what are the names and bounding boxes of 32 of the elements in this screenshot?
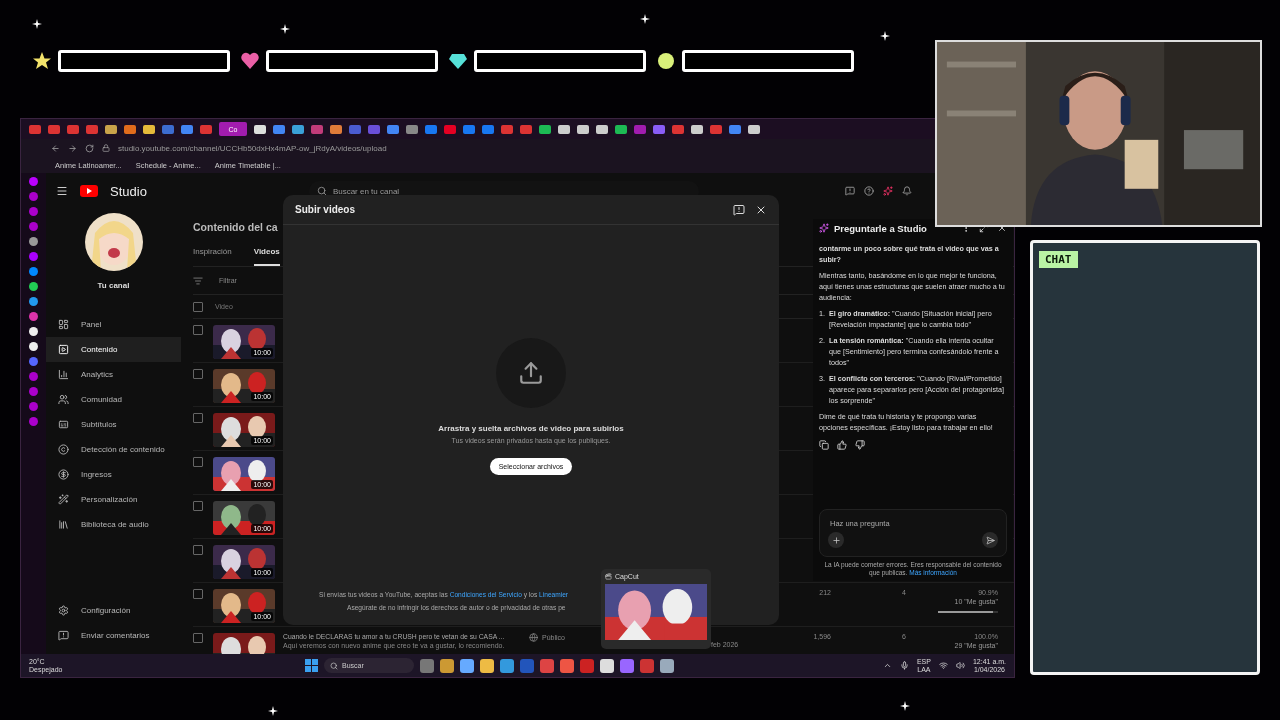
- address-bar[interactable]: studio.youtube.com/channel/UCCHb50dxHx4mAP-ow_jRdyA/videos/upload: [118, 143, 387, 153]
- channel-name: Tu canal: [97, 281, 130, 290]
- dialog-title: Subir videos: [295, 204, 355, 215]
- nav-label: Enviar comentarios: [81, 631, 150, 640]
- nav-item[interactable]: Subtítulos: [46, 412, 181, 437]
- nav-label: Subtítulos: [81, 420, 117, 429]
- nav-item[interactable]: Biblioteca de audio: [46, 512, 181, 537]
- drop-heading: Arrastra y suelta archivos de video para subirlos: [438, 424, 624, 433]
- assistant-title: Preguntarle a Studio: [834, 222, 927, 234]
- nav-label: Personalización: [81, 495, 138, 504]
- content-tab[interactable]: Inspiración: [193, 239, 232, 266]
- nav-label: Ingresos: [81, 470, 112, 479]
- studio-logo: Studio: [110, 183, 147, 199]
- nav-label: Detección de contenido: [81, 445, 165, 454]
- nav-item[interactable]: Personalización: [46, 487, 181, 512]
- nav-label: Comunidad: [81, 395, 122, 404]
- content-tab[interactable]: Videos: [253, 239, 280, 266]
- nav-label: Configuración: [81, 606, 131, 615]
- nav-item[interactable]: Configuración: [46, 598, 181, 623]
- nav-item[interactable]: Detección de contenido: [46, 437, 181, 462]
- chat-label: CHAT: [1039, 251, 1078, 268]
- nav-item[interactable]: Panel: [46, 312, 181, 337]
- nav-label: Biblioteca de audio: [81, 520, 149, 529]
- nav-label: Analytics: [81, 370, 113, 379]
- nav-item[interactable]: Contenido: [46, 337, 181, 362]
- nav-label: Panel: [81, 320, 102, 329]
- nav-item[interactable]: Comunidad: [46, 387, 181, 412]
- nav-label: Contenido: [81, 345, 118, 354]
- page-heading: Contenido del ca: [193, 221, 278, 235]
- nav-item[interactable]: Ingresos: [46, 462, 181, 487]
- nav-item[interactable]: Enviar comentarios: [46, 623, 181, 648]
- nav-item[interactable]: Analytics: [46, 362, 181, 387]
